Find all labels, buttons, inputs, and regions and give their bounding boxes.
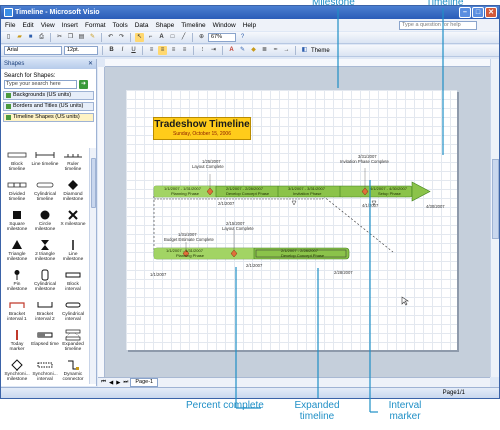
percent-complete-callout: Percent complete: [186, 400, 264, 411]
interval-marker-callout-text: Interval marker: [388, 400, 422, 422]
interval-marker-callout: Interval marker: [380, 400, 430, 422]
expanded-timeline-callout: Expanded timeline: [286, 400, 348, 422]
percent-complete-callout-text: Percent complete: [186, 400, 264, 411]
expanded-timeline-callout-text: Expanded timeline: [294, 400, 340, 422]
callout-lines: [235, 8, 444, 413]
